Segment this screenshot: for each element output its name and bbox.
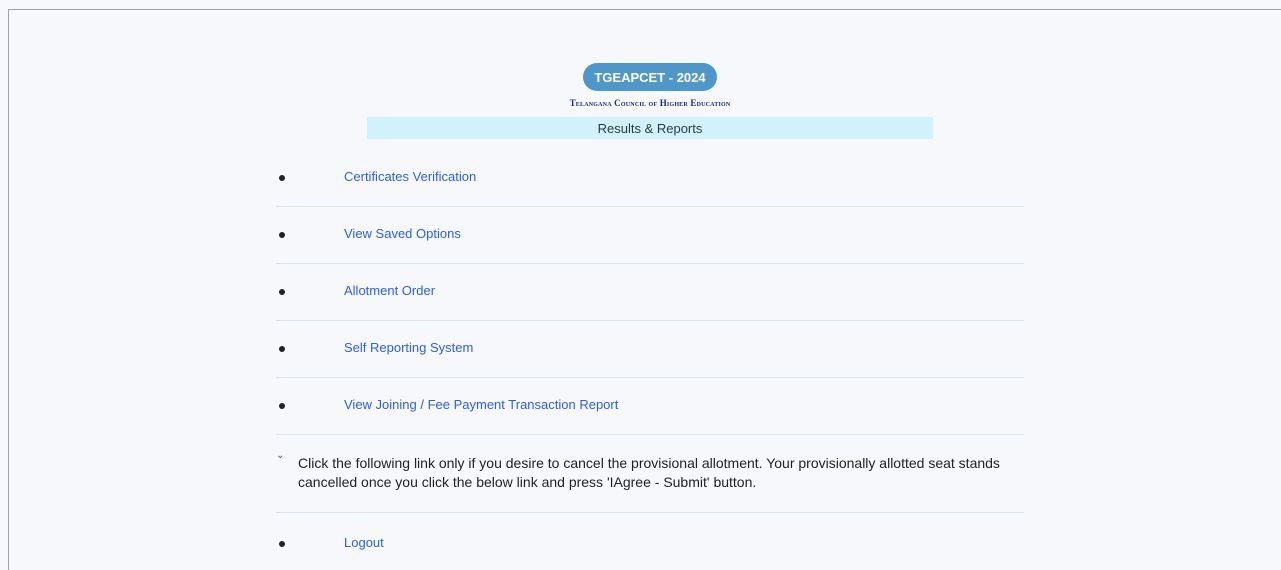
bullet-icon <box>279 289 285 295</box>
bullet-icon <box>279 175 285 181</box>
logout-link[interactable]: Logout <box>344 535 384 550</box>
menu-item-joining-fee-report: View Joining / Fee Payment Transaction R… <box>276 378 1024 435</box>
exam-badge: TGEAPCET - 2024 <box>583 63 717 91</box>
bullet-icon <box>279 232 285 238</box>
notice-text: Click the following link only if you des… <box>298 455 1000 490</box>
cancel-allotment-notice: ⌄ Click the following link only if you d… <box>276 435 1024 513</box>
council-title: Telangana Council of Higher Education <box>569 98 731 108</box>
bullet-icon <box>279 346 285 352</box>
menu-item-allotment-order: Allotment Order <box>276 264 1024 321</box>
menu-item-view-saved-options: View Saved Options <box>276 207 1024 264</box>
allotment-order-link[interactable]: Allotment Order <box>344 283 435 298</box>
bullet-icon <box>279 541 285 547</box>
menu-item-certificates-verification: Certificates Verification <box>276 150 1024 207</box>
bullet-icon <box>279 403 285 409</box>
view-saved-options-link[interactable]: View Saved Options <box>344 226 461 241</box>
joining-fee-report-link[interactable]: View Joining / Fee Payment Transaction R… <box>344 397 618 412</box>
menu-item-logout: Logout <box>276 513 1024 569</box>
menu-item-self-reporting-system: Self Reporting System <box>276 321 1024 378</box>
results-menu: Certificates Verification View Saved Opt… <box>276 150 1024 569</box>
self-reporting-system-link[interactable]: Self Reporting System <box>344 340 473 355</box>
chevron-down-icon: ⌄ <box>276 450 285 461</box>
section-title: Results & Reports <box>367 117 933 139</box>
certificates-verification-link[interactable]: Certificates Verification <box>344 169 476 184</box>
